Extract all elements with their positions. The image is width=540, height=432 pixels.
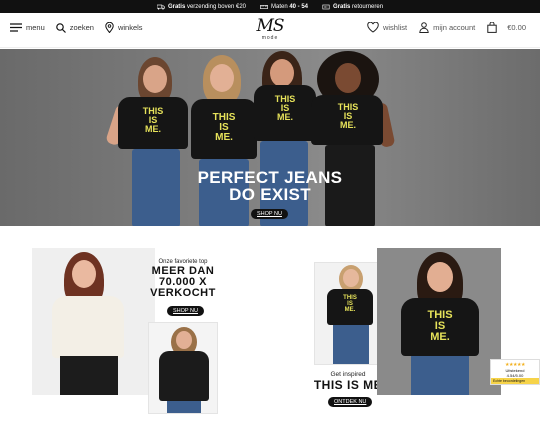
promo-item-shipping: Gratis verzending boven €20 — [156, 3, 246, 10]
shirt-print-line: ME. — [144, 124, 161, 134]
search-icon — [55, 22, 66, 33]
site-logo[interactable]: MS mode — [250, 16, 290, 42]
model-face — [143, 65, 167, 93]
model-shirt: THIS IS ME. — [118, 97, 188, 149]
site-header: menu zoeken winkels MS mode wishlist mij… — [0, 13, 540, 48]
model-shirt: THIS IS ME. — [327, 289, 373, 325]
header-right-nav: wishlist mijn account €0.00 — [367, 22, 526, 33]
search-label: zoeken — [69, 23, 94, 32]
user-icon — [419, 22, 429, 33]
account-button[interactable]: mijn account — [419, 22, 475, 33]
model-face — [270, 59, 294, 87]
promo-sizes-bold: 40 - 54 — [289, 3, 309, 10]
promo-item-sizes: Maten 40 - 54 — [260, 4, 308, 10]
hero-title: PERFECT JEANS DO EXIST — [175, 169, 365, 203]
inspired-small-image[interactable]: THIS IS ME. — [314, 262, 384, 365]
location-pin-icon — [105, 22, 114, 33]
favorite-top-image[interactable] — [32, 248, 155, 395]
inspired-discover-button[interactable]: ONTDEK NU — [328, 397, 373, 407]
favorites-title: MEER DAN 70.000 X VERKOCHT — [142, 266, 224, 299]
inspired-main-image[interactable]: THIS IS ME. — [377, 248, 501, 395]
shirt-print-line: ME. — [344, 307, 356, 313]
logo-mark: MS — [256, 16, 284, 36]
cart-total: €0.00 — [507, 23, 526, 32]
shirt-print-line: ME. — [339, 120, 356, 130]
shirt-print: THIS IS ME. — [327, 103, 369, 130]
stores-label: winkels — [117, 23, 143, 32]
model-jeans — [132, 149, 180, 226]
model-face — [335, 63, 361, 93]
model-face — [72, 260, 96, 288]
model-jeans — [167, 401, 201, 413]
model-trousers — [60, 356, 118, 395]
hero-shop-button[interactable]: SHOP NU — [251, 209, 288, 219]
shopping-bag-icon — [487, 22, 497, 33]
model-face — [210, 64, 234, 92]
shirt-print-line: ME. — [215, 132, 233, 143]
model-shirt: THIS IS ME. — [191, 99, 257, 159]
promo-sizes-text: Maten — [271, 3, 290, 10]
menu-label: menu — [26, 23, 45, 32]
shirt-print-line: ME. — [276, 112, 293, 122]
hamburger-icon — [10, 23, 22, 32]
return-icon — [322, 4, 330, 9]
account-label: mijn account — [433, 23, 476, 32]
ruler-icon — [260, 4, 268, 9]
hero-title-line: DO EXIST — [229, 185, 311, 204]
model-jeans — [411, 356, 469, 395]
review-badge[interactable]: ★★★★★ Uitstekend 4.54/5.00 Echte beoorde… — [490, 359, 540, 385]
model-face — [427, 262, 453, 292]
review-footer: Echte beoordelingen — [491, 378, 539, 384]
promo-shipping-bold: Gratis — [167, 3, 186, 10]
wishlist-label: wishlist — [382, 23, 408, 32]
search-button[interactable]: zoeken — [55, 22, 94, 33]
promo-item-returns: Gratis retourneren — [322, 4, 383, 10]
model-shirt: THIS IS ME. — [401, 298, 479, 356]
inspired-subtitle: Get inspired — [330, 371, 366, 378]
model-blouse — [52, 296, 124, 358]
model-face — [343, 269, 359, 287]
shirt-print: THIS IS ME. — [264, 95, 306, 122]
shirt-print: THIS IS ME. — [203, 113, 245, 143]
stores-button[interactable]: winkels — [105, 22, 143, 33]
favorite-top-product-image[interactable] — [148, 322, 218, 414]
promo-returns-text: retourneren — [350, 3, 384, 10]
shirt-print-line: ME. — [430, 331, 450, 343]
heart-icon — [367, 22, 379, 33]
promo-bar: Gratis verzending boven €20 Maten 40 - 5… — [0, 0, 540, 13]
shirt-print: THIS IS ME. — [132, 107, 174, 134]
favorites-title-line: VERKOCHT — [150, 287, 216, 299]
header-left-nav: menu zoeken winkels — [10, 22, 143, 33]
model-face — [176, 331, 192, 349]
menu-button[interactable]: menu — [10, 23, 45, 32]
favorites-shop-button[interactable]: SHOP NU — [167, 306, 204, 316]
wishlist-button[interactable]: wishlist — [367, 22, 407, 33]
hero-title-line: PERFECT JEANS — [197, 168, 343, 187]
model-shirt: THIS IS ME. — [311, 95, 383, 145]
promo-shipping-text: verzending boven €20 — [185, 3, 246, 10]
review-footer-label: Echte beoordelingen — [493, 379, 526, 383]
truck-icon — [156, 4, 165, 10]
promo-returns-bold: Gratis — [333, 3, 351, 10]
hero-banner[interactable]: THIS IS ME. THIS IS ME. THIS IS ME. THIS… — [0, 49, 540, 226]
model-blouse — [159, 351, 209, 401]
cart-button[interactable]: €0.00 — [487, 22, 526, 33]
model-jeans — [333, 325, 369, 364]
